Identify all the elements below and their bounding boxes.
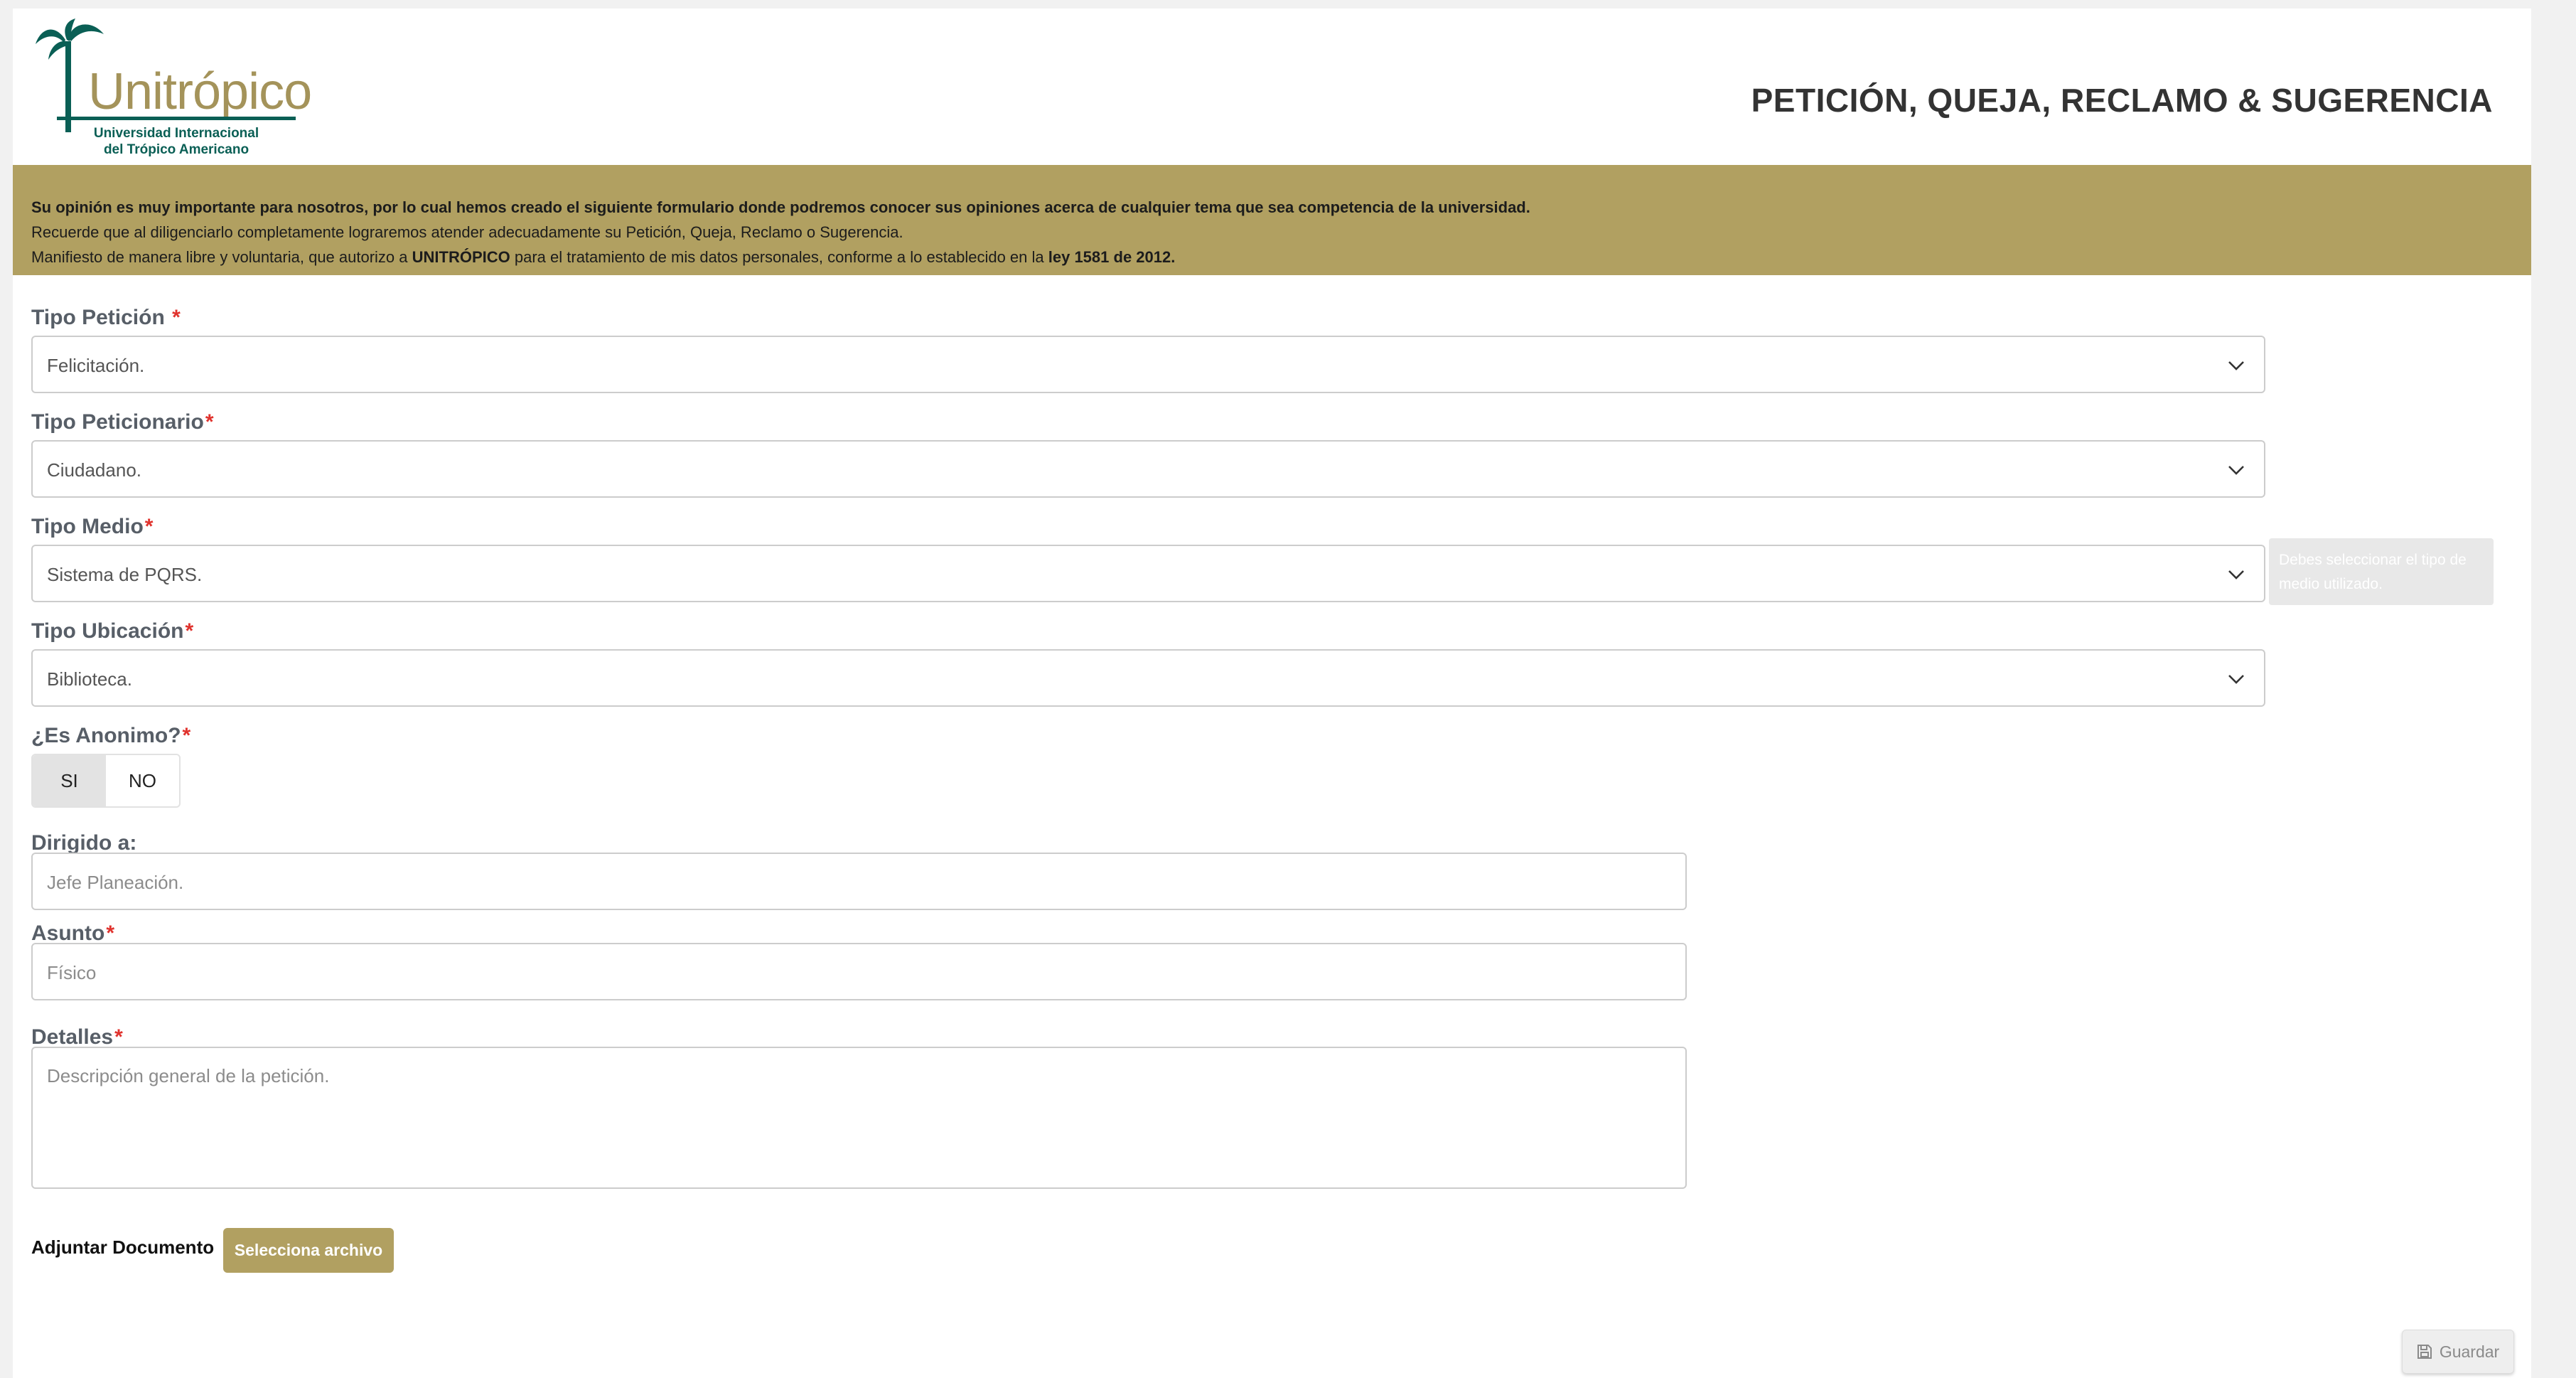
detalles-placeholder: Descripción general de la petición. [47, 1065, 330, 1086]
chevron-down-icon [2228, 570, 2244, 579]
chevron-down-icon [2228, 466, 2244, 475]
anonimo-si-option[interactable]: SI [33, 755, 106, 806]
tipo-peticionario-value: Ciudadano. [47, 459, 141, 481]
banner-law: ley 1581 de 2012. [1048, 248, 1176, 266]
anonimo-label: ¿Es Anonimo?* [31, 724, 191, 747]
required-mark: * [185, 619, 194, 643]
page-gutter [2531, 0, 2576, 1378]
logo-underline [57, 117, 296, 120]
required-mark: * [106, 922, 115, 945]
banner-brand: UNITRÓPICO [412, 248, 510, 266]
tipo-peticion-label: Tipo Petición * [31, 306, 181, 329]
select-file-button[interactable]: Selecciona archivo [223, 1228, 394, 1273]
logo-subtitle-line2: del Trópico Americano [103, 142, 249, 157]
tipo-ubicacion-label: Tipo Ubicación* [31, 619, 194, 643]
tipo-medio-select[interactable]: Sistema de PQRS. [31, 545, 2265, 602]
required-mark: * [182, 724, 191, 747]
required-mark: * [172, 306, 181, 329]
asunto-input[interactable]: Físico [31, 943, 1687, 1000]
tipo-peticionario-select[interactable]: Ciudadano. [31, 440, 2265, 498]
tipo-peticion-value: Felicitación. [47, 355, 145, 376]
tipo-ubicacion-value: Biblioteca. [47, 668, 132, 690]
banner-line1: Su opinión es muy importante para nosotr… [31, 198, 1530, 216]
floppy-disk-icon [2417, 1345, 2432, 1359]
asunto-placeholder: Físico [47, 962, 97, 983]
detalles-label: Detalles* [31, 1025, 123, 1049]
anonimo-no-option[interactable]: NO [106, 755, 179, 806]
asunto-label: Asunto* [31, 922, 115, 945]
tipo-peticionario-label: Tipo Peticionario* [31, 410, 214, 434]
banner-line3: Manifiesto de manera libre y voluntaria,… [31, 248, 1176, 266]
page-title: PETICIÓN, QUEJA, RECLAMO & SUGERENCIA [1751, 82, 2493, 119]
dirigido-label: Dirigido a: [31, 831, 137, 855]
dirigido-placeholder: Jefe Planeación. [47, 872, 184, 893]
chevron-down-icon [2228, 361, 2244, 370]
logo-wordmark: Unitrópico [88, 63, 312, 120]
tipo-medio-tooltip: Debes seleccionar el tipo de medio utili… [2269, 538, 2494, 605]
chevron-down-icon [2228, 675, 2244, 684]
save-button[interactable]: Guardar [2402, 1330, 2514, 1374]
logo-subtitle: Universidad Internacional del Trópico Am… [63, 125, 290, 158]
required-mark: * [114, 1025, 123, 1049]
tipo-medio-label: Tipo Medio* [31, 515, 154, 538]
adjuntar-label: Adjuntar Documento [31, 1237, 215, 1258]
pqrs-page: Unitrópico Universidad Internacional del… [13, 9, 2531, 1378]
info-banner: Su opinión es muy importante para nosotr… [13, 165, 2531, 275]
tipo-ubicacion-select[interactable]: Biblioteca. [31, 649, 2265, 707]
page-header: Unitrópico Universidad Internacional del… [13, 9, 2531, 165]
unitropico-logo: Unitrópico Universidad Internacional del… [34, 18, 312, 161]
required-mark: * [205, 410, 214, 434]
tipo-medio-value: Sistema de PQRS. [47, 564, 203, 585]
required-mark: * [144, 515, 154, 538]
banner-line2: Recuerde que al diligenciarlo completame… [31, 223, 903, 241]
logo-subtitle-line1: Universidad Internacional [93, 126, 259, 141]
anonimo-toggle: SI NO [31, 754, 181, 808]
dirigido-input[interactable]: Jefe Planeación. [31, 853, 1687, 910]
detalles-textarea[interactable]: Descripción general de la petición. [31, 1047, 1687, 1189]
tipo-peticion-select[interactable]: Felicitación. [31, 336, 2265, 393]
save-button-label: Guardar [2439, 1342, 2500, 1361]
